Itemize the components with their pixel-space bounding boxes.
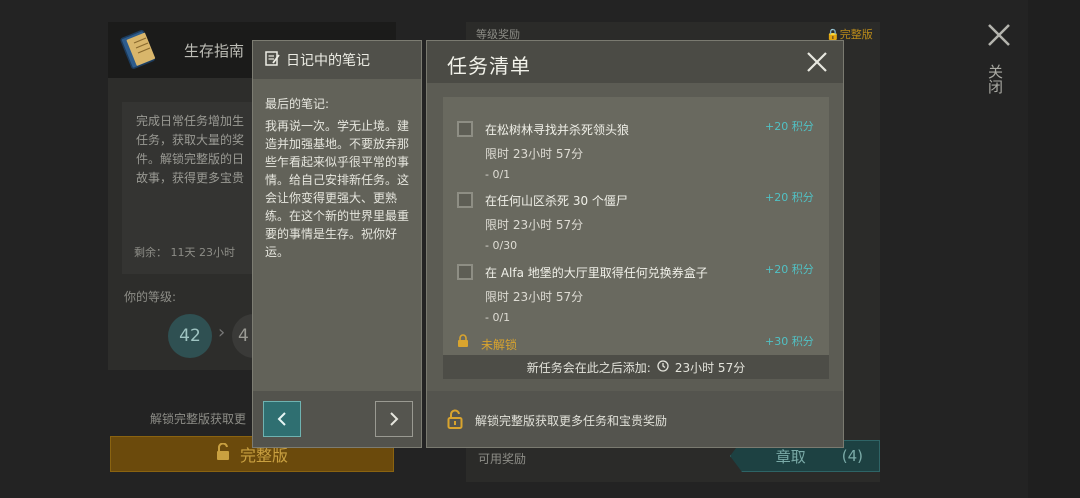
new-tasks-bar: 新任务会在此之后添加: 23小时 57分: [443, 355, 829, 379]
close-icon[interactable]: [986, 22, 1012, 48]
unlock-hint-text: 解锁完整版获取更: [150, 412, 247, 426]
task-time-limit: 限时 23小时 57分: [485, 218, 584, 232]
diary-body: 最后的笔记: 我再说一次。学无止境。建造并加强基地。不要放弃那些乍看起来似乎很平…: [265, 95, 413, 261]
task-time-limit: 限时 23小时 57分: [485, 290, 584, 304]
locked-points: +30 积分: [765, 335, 814, 348]
locked-label: 未解锁: [481, 338, 518, 352]
close-icon[interactable]: [805, 50, 829, 74]
task-list-panel: 任务清单 在松树林寻找并杀死领头狼 限时 23小时 57分 - 0/1 +20 …: [426, 40, 844, 448]
task-time-limit: 限时 23小时 57分: [485, 147, 584, 161]
list-item: 在任何山区杀死 30 个僵尸 限时 23小时 57分 - 0/30 +20 积分: [443, 168, 829, 252]
level-arrow-icon: ›: [218, 322, 226, 343]
notepad-icon: [265, 50, 280, 70]
diary-intro: 最后的笔记:: [265, 97, 330, 111]
claim-label: 章取: [775, 447, 806, 466]
task-list: 在松树林寻找并杀死领头狼 限时 23小时 57分 - 0/1 +20 积分 在任…: [443, 97, 829, 379]
claim-count: (4): [841, 447, 863, 465]
survival-guide-title: 生存指南: [184, 42, 245, 60]
task-list-header: 任务清单: [427, 41, 843, 83]
locked-task-row: 未解锁 +30 积分: [443, 333, 829, 355]
task-name: 在松树林寻找并杀死领头狼: [485, 123, 630, 137]
task-checkbox[interactable]: [457, 264, 473, 280]
remaining-time: 剩余： 11天 23小时: [134, 246, 235, 259]
diary-header: 日记中的笔记: [253, 41, 421, 79]
diary-title: 日记中的笔记: [286, 53, 370, 69]
guide-description: 完成日常任务增加生 任务，获取大量的奖 件。解锁完整版的日 故事，获得更多宝贵: [136, 114, 245, 185]
task-name: 在 Alfa 地堡的大厅里取得任何兑换券盒子: [485, 266, 708, 280]
right-edge-strip: [1028, 0, 1080, 498]
unlock-icon: [216, 442, 230, 465]
task-list-title: 任务清单: [447, 54, 531, 78]
book-icon: [116, 27, 162, 73]
list-item: 在 Alfa 地堡的大厅里取得任何兑换券盒子 限时 23小时 57分 - 0/1…: [443, 240, 829, 324]
chevron-right-icon: [390, 412, 399, 426]
task-points: +20 积分: [765, 191, 814, 204]
lock-icon: [457, 333, 469, 347]
new-tasks-text: 新任务会在此之后添加:: [526, 360, 651, 375]
current-level-badge: 42: [168, 314, 212, 358]
task-points: +20 积分: [765, 120, 814, 133]
task-progress: - 0/1: [485, 311, 511, 324]
diary-notes-panel: 日记中的笔记 最后的笔记: 我再说一次。学无止境。建造并加强基地。不要放弃那些乍…: [252, 40, 422, 448]
next-note-button[interactable]: [375, 401, 413, 437]
task-name: 在任何山区杀死 30 个僵尸: [485, 194, 628, 208]
previous-note-button[interactable]: [263, 401, 301, 437]
diary-text: 我再说一次。学无止境。建造并加强基地。不要放弃那些乍看起来似乎很平常的事情。给自…: [265, 119, 410, 259]
task-checkbox[interactable]: [457, 121, 473, 137]
new-tasks-time: 23小时 57分: [674, 360, 746, 375]
unlock-full-version-text[interactable]: 解锁完整版获取更多任务和宝贵奖励: [475, 412, 667, 429]
unlock-icon: [447, 409, 463, 429]
chevron-left-icon: [277, 412, 286, 426]
list-item: 在松树林寻找并杀死领头狼 限时 23小时 57分 - 0/1 +20 积分: [443, 97, 829, 181]
clock-icon: [657, 359, 669, 375]
available-rewards-label: 可用奖励: [478, 452, 527, 466]
task-points: +20 积分: [765, 263, 814, 276]
diary-footer: [253, 391, 421, 447]
close-label[interactable]: 关闭: [986, 64, 1006, 94]
task-list-footer: 解锁完整版获取更多任务和宝贵奖励: [427, 391, 843, 447]
task-checkbox[interactable]: [457, 192, 473, 208]
level-label: 你的等级:: [124, 290, 177, 304]
